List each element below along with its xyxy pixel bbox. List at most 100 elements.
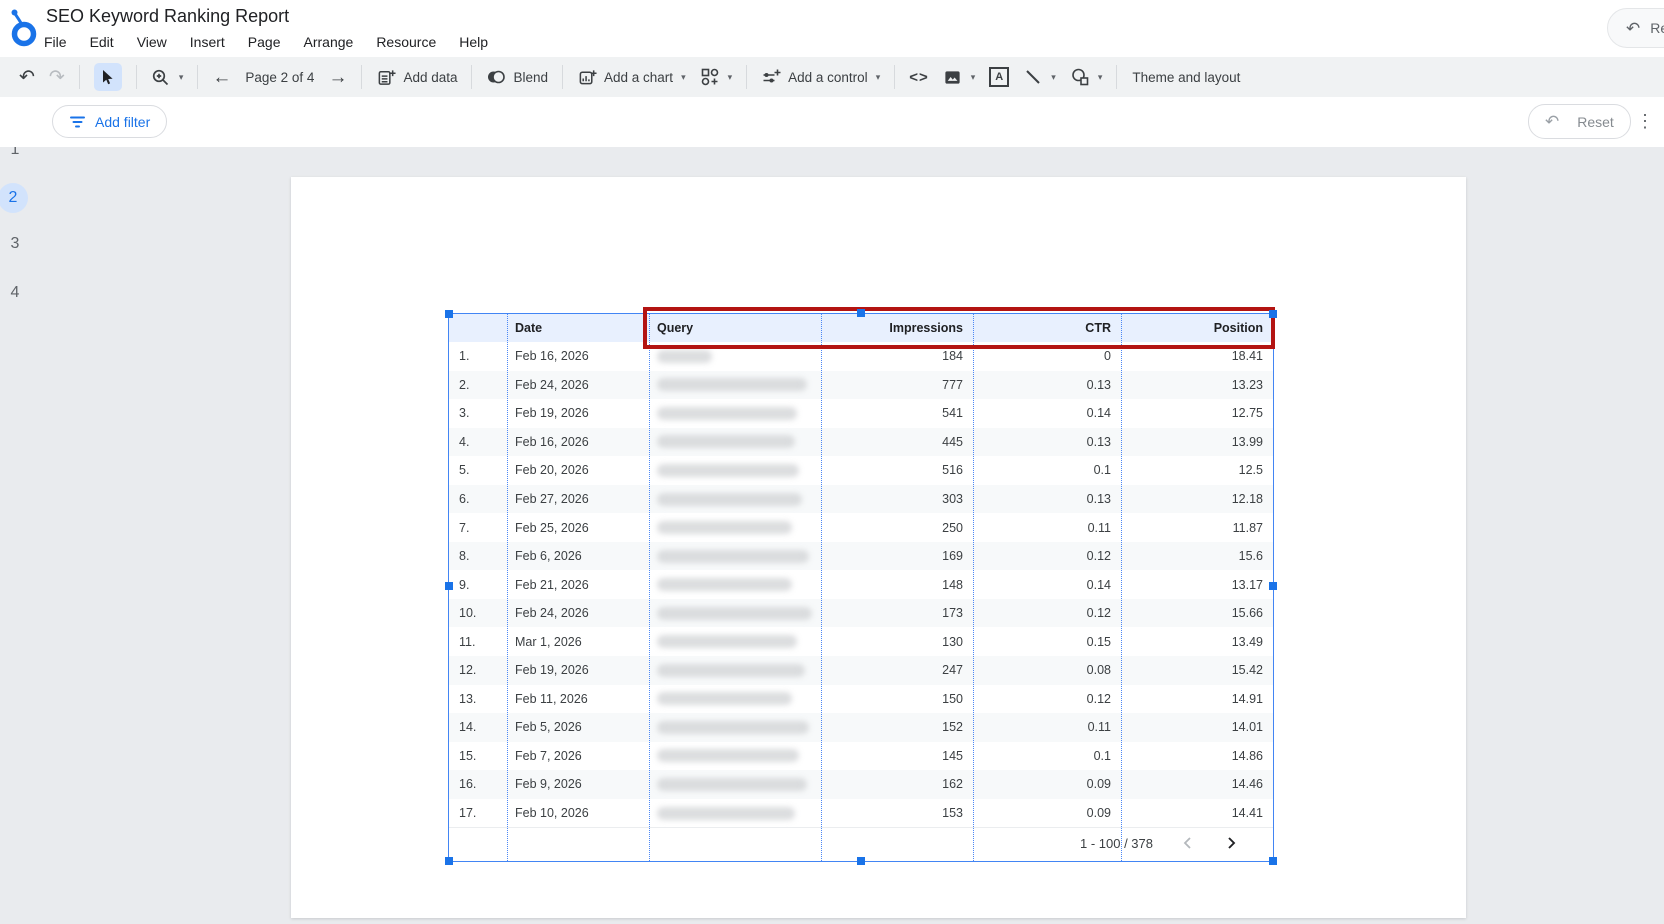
looker-studio-logo-icon[interactable] <box>8 6 40 55</box>
previous-page-button[interactable]: ← <box>205 65 238 90</box>
position-cell: 14.91 <box>1121 685 1273 714</box>
query-cell <box>649 799 821 828</box>
redacted-query-value <box>657 378 807 391</box>
ctr-cell: 0 <box>973 342 1121 371</box>
table-row: 13. Feb 11, 2026 150 0.12 14.91 <box>449 685 1273 714</box>
date-cell: Feb 11, 2026 <box>507 685 649 714</box>
impressions-cell: 247 <box>821 656 973 685</box>
date-cell: Feb 21, 2026 <box>507 570 649 599</box>
blend-icon <box>486 67 506 87</box>
row-index-cell: 14. <box>449 713 507 742</box>
page-indicator[interactable]: Page 2 of 4 <box>238 67 321 88</box>
position-cell: 13.99 <box>1121 428 1273 457</box>
redacted-query-value <box>657 664 805 677</box>
header-reset-label: Reset <box>1650 20 1664 36</box>
impressions-cell: 162 <box>821 770 973 799</box>
redacted-query-value <box>657 550 809 563</box>
menu-file[interactable]: File <box>44 32 67 52</box>
page-rail-item-2-active[interactable]: 2 <box>0 183 28 213</box>
page-rail-item-4[interactable]: 4 <box>0 284 30 302</box>
toolbar-divider <box>1116 65 1117 89</box>
ctr-cell: 0.11 <box>973 513 1121 542</box>
table-row: 11. Mar 1, 2026 130 0.15 13.49 <box>449 627 1273 656</box>
table-row: 2. Feb 24, 2026 777 0.13 13.23 <box>449 371 1273 400</box>
query-cell <box>649 428 821 457</box>
looker-studio-app: SEO Keyword Ranking Report File Edit Vie… <box>0 0 1664 924</box>
impressions-cell: 130 <box>821 627 973 656</box>
table-row: 12. Feb 19, 2026 247 0.08 15.42 <box>449 656 1273 685</box>
more-options-kebab-icon[interactable]: ⋮ <box>1636 109 1654 133</box>
menu-edit[interactable]: Edit <box>90 32 114 52</box>
query-cell <box>649 742 821 771</box>
position-cell: 13.23 <box>1121 371 1273 400</box>
report-title[interactable]: SEO Keyword Ranking Report <box>46 6 289 27</box>
redo-button[interactable]: ↷ <box>42 65 72 90</box>
select-tool-button[interactable] <box>87 60 129 94</box>
table-row: 7. Feb 25, 2026 250 0.11 11.87 <box>449 513 1273 542</box>
menu-view[interactable]: View <box>137 32 167 52</box>
ctr-cell: 0.13 <box>973 485 1121 514</box>
row-index-cell: 12. <box>449 656 507 685</box>
query-cell <box>649 713 821 742</box>
row-index-cell: 13. <box>449 685 507 714</box>
position-cell: 13.49 <box>1121 627 1273 656</box>
table-row: 3. Feb 19, 2026 541 0.14 12.75 <box>449 399 1273 428</box>
menu-arrange[interactable]: Arrange <box>304 32 354 52</box>
menu-insert[interactable]: Insert <box>190 32 225 52</box>
reset-button[interactable]: ↶ Reset <box>1528 104 1631 139</box>
header-reset-button[interactable]: ↶ Reset <box>1607 8 1664 48</box>
date-cell: Mar 1, 2026 <box>507 627 649 656</box>
add-data-button[interactable]: Add data <box>369 64 464 90</box>
insert-shape-button[interactable]: ▾ <box>1063 64 1110 90</box>
date-cell: Feb 10, 2026 <box>507 799 649 828</box>
toolbar-divider <box>136 65 137 89</box>
insert-line-button[interactable]: ▾ <box>1016 64 1063 90</box>
insert-image-button[interactable]: ▾ <box>936 64 983 90</box>
zoom-tool-button[interactable]: ▾ <box>144 64 191 90</box>
blend-label: Blend <box>513 70 548 85</box>
resize-handle-top-center[interactable] <box>857 309 865 317</box>
report-canvas[interactable]: Date Query Impressions CTR Position 1. F… <box>291 177 1466 918</box>
page-rail-item-3[interactable]: 3 <box>0 235 30 253</box>
next-page-button[interactable]: → <box>321 65 354 90</box>
add-filter-button[interactable]: Add filter <box>52 105 167 138</box>
resize-handle-top-left[interactable] <box>445 310 453 318</box>
resize-handle-mid-left[interactable] <box>445 582 453 590</box>
ctr-cell: 0.12 <box>973 599 1121 628</box>
resize-handle-bottom-center[interactable] <box>857 857 865 865</box>
table-header-row: Date Query Impressions CTR Position <box>449 314 1273 342</box>
date-cell: Feb 24, 2026 <box>507 371 649 400</box>
embed-button[interactable]: <> <box>902 66 936 89</box>
table-body: 1. Feb 16, 2026 184 0 18.41 2. Feb 24, 2… <box>449 342 1273 827</box>
next-rows-icon[interactable] <box>1223 835 1239 851</box>
menu-resource[interactable]: Resource <box>376 32 436 52</box>
blend-button[interactable]: Blend <box>479 64 555 90</box>
chevron-down-icon: ▾ <box>876 72 881 83</box>
undo-button[interactable]: ↶ <box>12 65 42 90</box>
resize-handle-bottom-left[interactable] <box>445 857 453 865</box>
menu-help[interactable]: Help <box>459 32 488 52</box>
row-index-cell: 6. <box>449 485 507 514</box>
date-cell: Feb 24, 2026 <box>507 599 649 628</box>
insert-text-button[interactable]: A <box>982 64 1016 90</box>
prev-rows-icon[interactable] <box>1179 835 1195 851</box>
add-control-button[interactable]: Add a control ▾ <box>754 64 887 90</box>
resize-handle-bottom-right[interactable] <box>1269 857 1277 865</box>
query-cell <box>649 371 821 400</box>
community-visualizations-button[interactable]: ▾ <box>693 64 740 90</box>
theme-and-layout-button[interactable]: Theme and layout <box>1132 70 1240 85</box>
shape-icon <box>1070 67 1090 87</box>
position-cell: 12.18 <box>1121 485 1273 514</box>
redo-icon: ↷ <box>49 68 65 87</box>
resize-handle-mid-right[interactable] <box>1269 582 1277 590</box>
position-header: Position <box>1121 314 1273 342</box>
add-chart-button[interactable]: Add a chart ▾ <box>570 64 693 90</box>
ctr-cell: 0.13 <box>973 428 1121 457</box>
undo-icon: ↶ <box>19 68 35 87</box>
table-row: 14. Feb 5, 2026 152 0.11 14.01 <box>449 713 1273 742</box>
row-index-cell: 3. <box>449 399 507 428</box>
add-data-label: Add data <box>403 70 457 85</box>
table-chart[interactable]: Date Query Impressions CTR Position 1. F… <box>448 313 1274 862</box>
resize-handle-top-right[interactable] <box>1269 310 1277 318</box>
menu-page[interactable]: Page <box>248 32 281 52</box>
